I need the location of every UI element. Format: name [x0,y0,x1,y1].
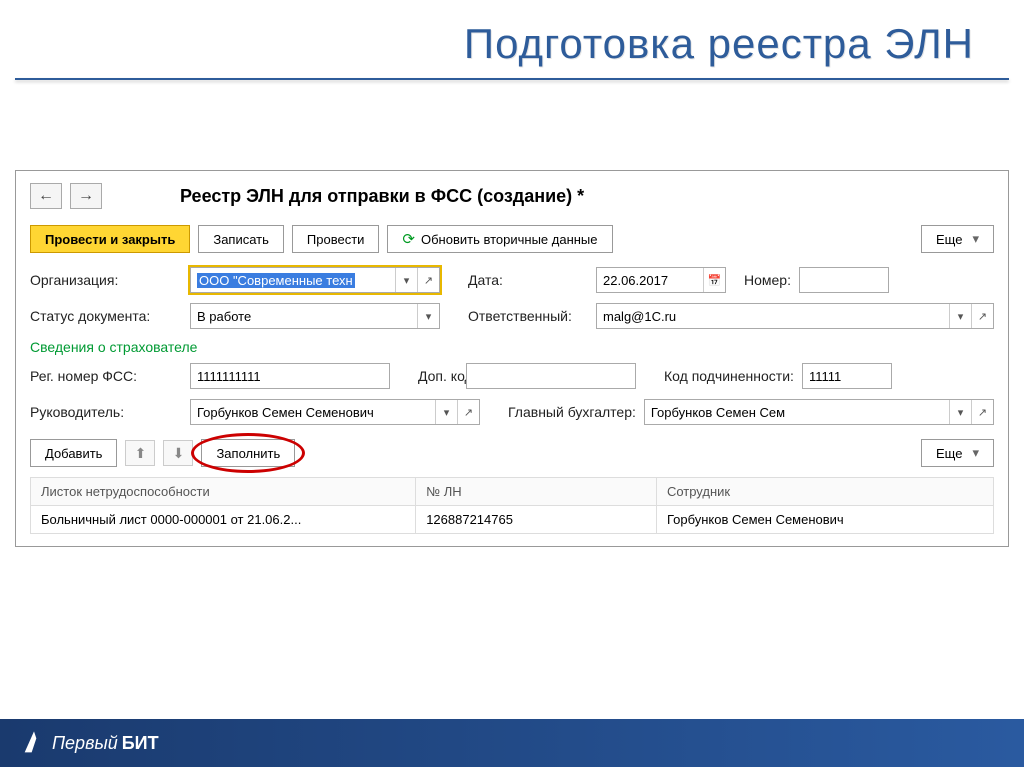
accountant-dropdown-icon[interactable]: ▾ [949,400,971,424]
number-input[interactable] [799,267,889,293]
submit-button[interactable]: Провести [292,225,380,253]
accountant-value: Горбунков Семен Сем [645,405,949,420]
window-title: Реестр ЭЛН для отправки в ФСС (создание)… [180,186,584,207]
sub-code-label: Код подчиненности: [664,368,794,384]
row-manager: Руководитель: Горбунков Семен Семенович … [30,399,994,425]
refresh-icon: ⟳ [402,230,415,248]
footer: ПервыйБИТ [0,719,1024,767]
manager-dropdown-icon[interactable]: ▾ [435,400,457,424]
manager-label: Руководитель: [30,404,182,420]
forward-button[interactable]: → [70,183,102,209]
org-label: Организация: [30,272,182,288]
back-button[interactable]: ← [30,183,62,209]
cell-number: 126887214765 [416,506,657,534]
table-header-row: Листок нетрудоспособности № ЛН Сотрудник [31,478,994,506]
save-button[interactable]: Записать [198,225,284,253]
calendar-icon[interactable]: 📅 [703,268,725,292]
cell-sheet: Больничный лист 0000-000001 от 21.06.2..… [31,506,416,534]
status-value: В работе [191,309,417,324]
sub-code-input[interactable]: 11111 [802,363,892,389]
date-label: Дата: [468,272,588,288]
responsible-dropdown-icon[interactable]: ▾ [949,304,971,328]
move-down-button[interactable]: ⬇ [163,440,193,466]
nav-row: ← → Реестр ЭЛН для отправки в ФСС (созда… [30,183,994,209]
row-organization: Организация: ООО "Современные техн ▾ ↗ Д… [30,267,994,293]
title-underline [15,78,1009,80]
row-reg-fss: Рег. номер ФСС: 1111111111 Доп. код: Код… [30,363,994,389]
org-open-icon[interactable]: ↗ [417,268,439,292]
add-code-input[interactable] [466,363,636,389]
move-up-button[interactable]: ⬆ [125,440,155,466]
org-value: ООО "Современные техн [191,273,395,288]
logo-icon [20,729,48,757]
manager-open-icon[interactable]: ↗ [457,400,479,424]
responsible-open-icon[interactable]: ↗ [971,304,993,328]
table-more-button[interactable]: Еще [921,439,994,467]
main-toolbar: Провести и закрыть Записать Провести ⟳ О… [30,225,994,253]
refresh-button[interactable]: ⟳ Обновить вторичные данные [387,225,612,253]
footer-logo: ПервыйБИТ [20,729,159,757]
cell-employee: Горбунков Семен Семенович [656,506,993,534]
more-button[interactable]: Еще [921,225,994,253]
footer-brand2: БИТ [122,733,159,754]
manager-value: Горбунков Семен Семенович [191,405,435,420]
col-employee[interactable]: Сотрудник [656,478,993,506]
table-toolbar: Добавить ⬆ ⬇ Заполнить Еще [30,439,994,467]
add-code-label: Доп. код: [418,368,458,384]
add-button[interactable]: Добавить [30,439,117,467]
responsible-label: Ответственный: [468,308,588,324]
status-dropdown-icon[interactable]: ▾ [417,304,439,328]
col-sheet[interactable]: Листок нетрудоспособности [31,478,416,506]
footer-brand1: Первый [52,733,118,754]
fill-button[interactable]: Заполнить [201,439,295,467]
status-input[interactable]: В работе ▾ [190,303,440,329]
number-label: Номер: [744,272,791,288]
reg-fss-value: 1111111111 [191,369,389,384]
reg-fss-label: Рег. номер ФСС: [30,368,182,384]
table-row[interactable]: Больничный лист 0000-000001 от 21.06.2..… [31,506,994,534]
org-input[interactable]: ООО "Современные техн ▾ ↗ [190,267,440,293]
section-insurer-header: Сведения о страхователе [30,339,994,355]
responsible-value: malg@1C.ru [597,309,949,324]
date-value: 22.06.2017 [597,273,703,288]
org-dropdown-icon[interactable]: ▾ [395,268,417,292]
accountant-open-icon[interactable]: ↗ [971,400,993,424]
accountant-label: Главный бухгалтер: [508,404,636,420]
refresh-label: Обновить вторичные данные [421,232,598,247]
col-number[interactable]: № ЛН [416,478,657,506]
date-input[interactable]: 22.06.2017 📅 [596,267,726,293]
manager-input[interactable]: Горбунков Семен Семенович ▾ ↗ [190,399,480,425]
submit-close-button[interactable]: Провести и закрыть [30,225,190,253]
accountant-input[interactable]: Горбунков Семен Сем ▾ ↗ [644,399,994,425]
row-status: Статус документа: В работе ▾ Ответственн… [30,303,994,329]
sub-code-value: 11111 [803,369,891,384]
responsible-input[interactable]: malg@1C.ru ▾ ↗ [596,303,994,329]
reg-fss-input[interactable]: 1111111111 [190,363,390,389]
data-table: Листок нетрудоспособности № ЛН Сотрудник… [30,477,994,534]
slide-title: Подготовка реестра ЭЛН [0,0,1024,78]
form-window: ← → Реестр ЭЛН для отправки в ФСС (созда… [15,170,1009,547]
status-label: Статус документа: [30,308,182,324]
fill-highlight: Заполнить [201,439,295,467]
